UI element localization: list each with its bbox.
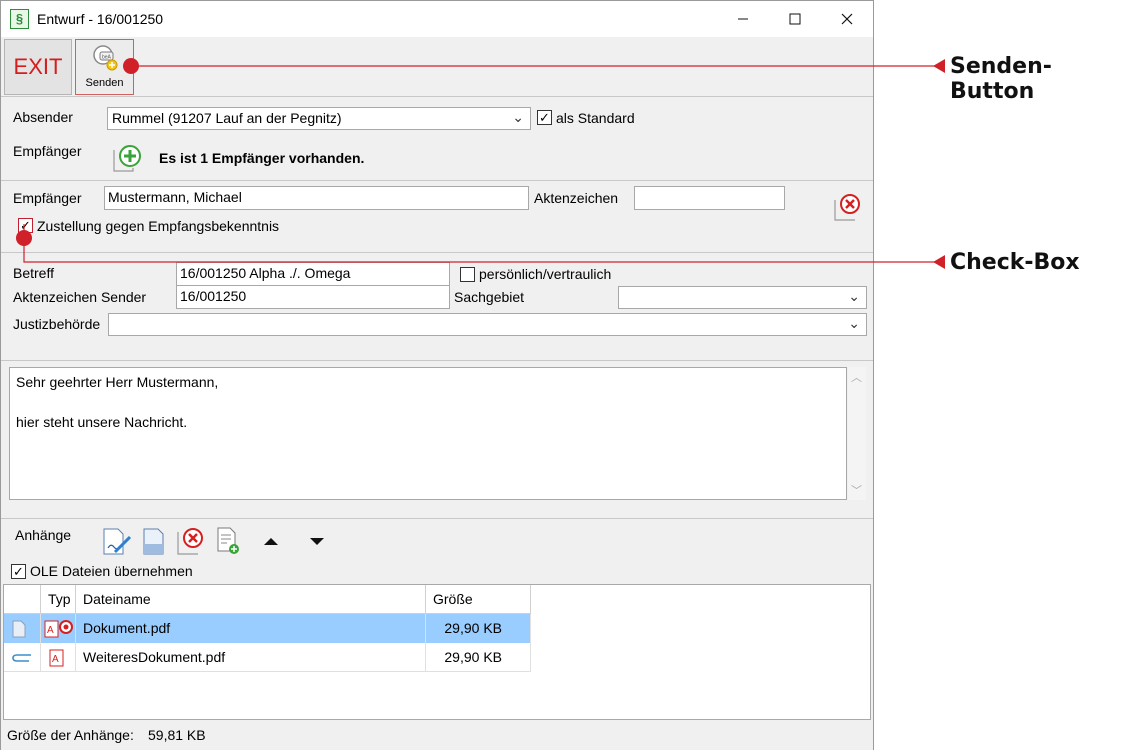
checkbox-callout-arrow xyxy=(933,255,945,269)
senden-callout-label: Senden-Button xyxy=(950,54,1052,104)
annotation-overlay xyxy=(16,58,945,269)
senden-callout-dot xyxy=(123,58,139,74)
checkbox-callout-label: Check-Box xyxy=(950,250,1080,275)
checkbox-callout-dot xyxy=(16,230,32,246)
checkbox-callout-line xyxy=(23,224,938,263)
senden-callout-arrow xyxy=(933,59,945,73)
